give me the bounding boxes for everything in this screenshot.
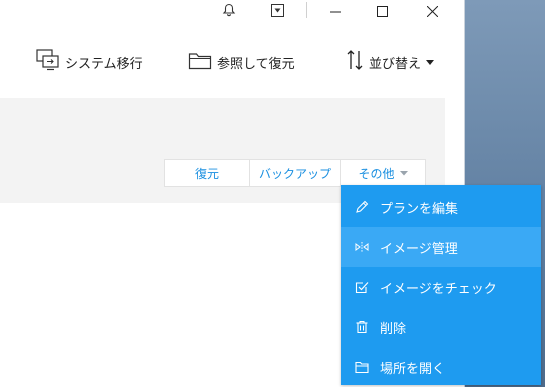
maximize-button[interactable] — [360, 0, 404, 22]
monitor-transfer-icon — [36, 49, 60, 75]
menu-item-label: 削除 — [380, 321, 407, 337]
pencil-icon — [355, 200, 369, 214]
menu-item-label: イメージ管理 — [380, 241, 458, 257]
minimize-icon — [329, 2, 341, 21]
bell-icon — [222, 2, 236, 21]
sort-label: 並び替え — [369, 56, 422, 72]
folder-icon — [355, 360, 369, 374]
menu-item-check-image[interactable]: イメージをチェック — [341, 267, 541, 307]
checkbox-icon — [355, 280, 369, 294]
more-label: その他 — [358, 166, 395, 181]
system-migration-label: システム移行 — [65, 56, 143, 72]
sort-arrows-icon — [346, 49, 364, 75]
minimize-button[interactable] — [313, 0, 357, 22]
maximize-icon — [376, 2, 388, 21]
dropdown-box-icon — [270, 2, 284, 21]
menu-item-label: イメージをチェック — [380, 281, 497, 297]
menu-item-image-management[interactable]: イメージ管理 — [341, 227, 541, 267]
close-button[interactable] — [410, 0, 454, 22]
caret-down-icon — [426, 55, 435, 70]
notification-bell-button[interactable] — [207, 0, 251, 22]
system-migration-button[interactable]: システム移行 — [36, 48, 143, 76]
more-options-menu: プランを編集 イメージ管理 イメージをチェック 削除 場所を開く — [341, 185, 541, 385]
more-button[interactable]: その他 — [341, 160, 425, 186]
folder-icon — [188, 50, 212, 74]
menu-item-open-location[interactable]: 場所を開く — [341, 347, 541, 387]
title-bar — [0, 0, 464, 22]
card-action-bar: 復元 バックアップ その他 — [164, 159, 426, 187]
menu-item-label: 場所を開く — [380, 361, 446, 377]
caret-down-icon — [399, 170, 408, 176]
split-arrows-icon — [355, 240, 369, 254]
menu-item-edit-plan[interactable]: プランを編集 — [341, 187, 541, 227]
sort-button[interactable]: 並び替え — [346, 48, 435, 76]
browse-restore-button[interactable]: 参照して復元 — [188, 48, 295, 76]
app-menu-button[interactable] — [255, 0, 299, 22]
menu-item-delete[interactable]: 削除 — [341, 307, 541, 347]
titlebar-separator — [306, 2, 307, 18]
menu-item-label: プランを編集 — [380, 201, 459, 217]
browse-restore-label: 参照して復元 — [217, 56, 295, 72]
trash-icon — [355, 320, 369, 334]
restore-button[interactable]: 復元 — [165, 160, 250, 186]
close-icon — [426, 2, 438, 21]
backup-button[interactable]: バックアップ — [250, 160, 341, 186]
